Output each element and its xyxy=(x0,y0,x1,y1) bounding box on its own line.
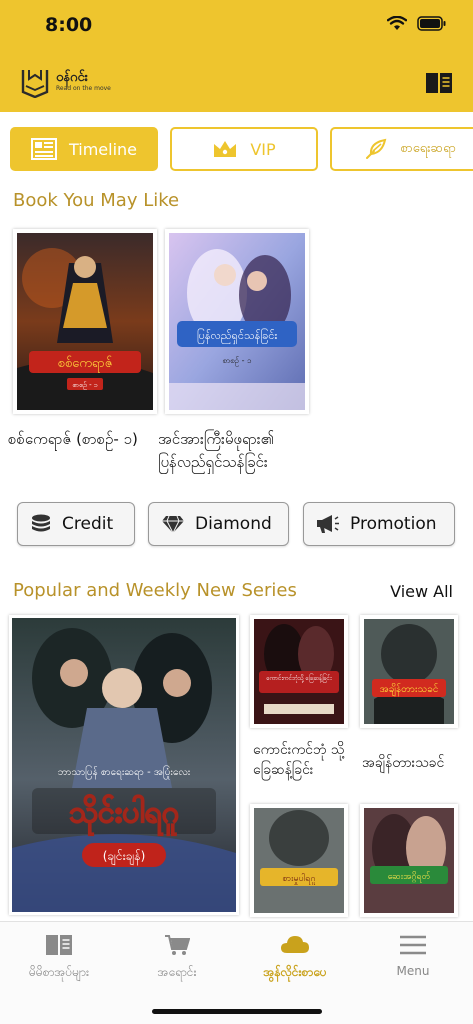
series-title-1[interactable]: ကောင်းကင်ဘုံ သို့ခြေဆန့်ခြင်း xyxy=(253,740,353,780)
crown-icon xyxy=(214,141,237,157)
promotion-button[interactable]: Promotion xyxy=(303,502,455,546)
logo-mark-icon xyxy=(21,70,49,98)
diamond-label: Diamond xyxy=(195,514,272,534)
series-cover-1-art: ကောင်းကင်ဘုံသို့ ခြေဆန့်ခြင်း xyxy=(254,619,344,724)
home-indicator xyxy=(152,1009,322,1014)
coins-icon xyxy=(32,514,50,532)
diamond-button[interactable]: Diamond xyxy=(148,502,289,546)
nav-online-books-label: အွန်လိုင်းစာပေ xyxy=(263,965,327,979)
status-icons xyxy=(387,16,447,31)
promotion-label: Promotion xyxy=(350,514,437,534)
wifi-icon xyxy=(387,16,407,30)
book-cover-1[interactable]: စစ်ကေရာဇ် စာစဉ် - ၁ xyxy=(13,229,157,414)
book-title-1[interactable]: စစ်ကေရာဇ် (စာစဉ်- ၁) xyxy=(8,428,153,451)
nav-store-label: အရောင်း xyxy=(157,965,197,979)
credit-label: Credit xyxy=(62,514,114,534)
tab-vip[interactable]: VIP xyxy=(170,127,318,171)
cloud-icon xyxy=(281,936,309,953)
featured-cover-art: ဘာသာပြန် စာရေးဆရာ - အပြုံးလေး သိုင်းပါရဂ… xyxy=(12,618,236,912)
book-cover-1-sub: စာစဉ် - ၁ xyxy=(72,381,98,390)
series-cover-1-text: ကောင်းကင်ဘုံသို့ ခြေဆန့်ခြင်း xyxy=(266,673,332,683)
view-all-link[interactable]: View All xyxy=(390,582,453,601)
series-cover-3[interactable]: စားမှုပါရဂူ xyxy=(250,804,348,917)
series-cover-2[interactable]: အချိန်တားသခင် xyxy=(360,615,458,728)
cart-icon xyxy=(165,935,190,955)
battery-icon xyxy=(417,16,446,31)
credit-button[interactable]: Credit xyxy=(17,502,135,546)
tab-writer[interactable]: စာရေးဆရာ xyxy=(330,127,473,171)
nav-menu-label: Menu xyxy=(396,964,430,978)
series-cover-3-text: စားမှုပါရဂူ xyxy=(282,873,315,885)
logo-name: ဝန်ဂင်း xyxy=(56,70,88,85)
logo-tagline: Read on the move xyxy=(56,85,111,92)
feather-icon xyxy=(366,138,387,159)
may-like-title: Book You May Like xyxy=(13,190,180,211)
book-cover-1-text: စစ်ကေရာဇ် xyxy=(58,355,113,373)
svg-text:ဘာသာပြန် စာရေးဆရာ - အပြုံးလေး: ဘာသာပြန် စာရေးဆရာ - အပြုံးလေး xyxy=(58,764,191,780)
series-cover-2-art: အချိန်တားသခင် xyxy=(364,619,454,724)
series-cover-4-text: ဆေးအဂ္ဂိရတ် xyxy=(388,871,431,883)
menu-icon xyxy=(400,935,426,955)
app-header: 8:00 ဝန်ဂင်း Read on the move xyxy=(0,0,473,112)
app-logo[interactable]: ဝန်ဂင်း Read on the move xyxy=(20,66,111,98)
book-title-2[interactable]: အင်အားကြီးမိဖုရား၏ ပြန်လည်ရှင်သန်ခြင်း xyxy=(158,428,308,474)
tab-vip-label: VIP xyxy=(250,139,276,159)
tab-timeline[interactable]: Timeline xyxy=(10,127,158,171)
nav-my-books-label: မိမိစာအုပ်များ xyxy=(29,965,89,979)
tab-writer-label: စာရေးဆရာ xyxy=(400,140,456,156)
series-title: Popular and Weekly New Series xyxy=(13,580,297,601)
series-cover-1[interactable]: ကောင်းကင်ဘုံသို့ ခြေဆန့်ခြင်း xyxy=(250,615,348,728)
series-cover-4[interactable]: ဆေးအဂ္ဂိရတ် xyxy=(360,804,458,917)
open-book-icon[interactable] xyxy=(425,72,453,94)
nav-store[interactable]: အရောင်း xyxy=(118,934,236,982)
nav-online-books[interactable]: အွန်လိုင်းစာပေ xyxy=(236,934,354,982)
nav-menu[interactable]: Menu xyxy=(354,934,472,978)
megaphone-icon xyxy=(317,515,339,533)
series-cover-2-text: အချိန်တားသခင် xyxy=(380,682,439,697)
category-tabs: Timeline VIP စာရေးဆရာ xyxy=(10,127,473,171)
series-title-2[interactable]: အချိန်တားသခင် xyxy=(362,753,467,773)
book-cover-2[interactable]: ပြန်လည်ရှင်သန်ခြင်း စာစဉ် - ၁ xyxy=(165,229,309,414)
tab-timeline-label: Timeline xyxy=(68,139,138,159)
diamond-icon xyxy=(162,515,184,534)
featured-series-cover[interactable]: ဘာသာပြန် စာရေးဆရာ - အပြုံးလေး သိုင်းပါရဂ… xyxy=(9,615,239,915)
book-icon xyxy=(46,935,72,955)
nav-my-books[interactable]: မိမိစာအုပ်များ xyxy=(0,934,118,982)
timeline-icon xyxy=(30,138,57,160)
series-cover-3-art: စားမှုပါရဂူ xyxy=(254,808,344,913)
book-cover-2-text: ပြန်လည်ရှင်သန်ခြင်း xyxy=(197,328,278,344)
book-cover-2-art: ပြန်လည်ရှင်သန်ခြင်း စာစဉ် - ၁ xyxy=(169,233,305,410)
series-cover-4-art: ဆေးအဂ္ဂိရတ် xyxy=(364,808,454,913)
book-cover-1-art: စစ်ကေရာဇ် စာစဉ် - ၁ xyxy=(17,233,153,410)
status-time: 8:00 xyxy=(45,14,93,36)
